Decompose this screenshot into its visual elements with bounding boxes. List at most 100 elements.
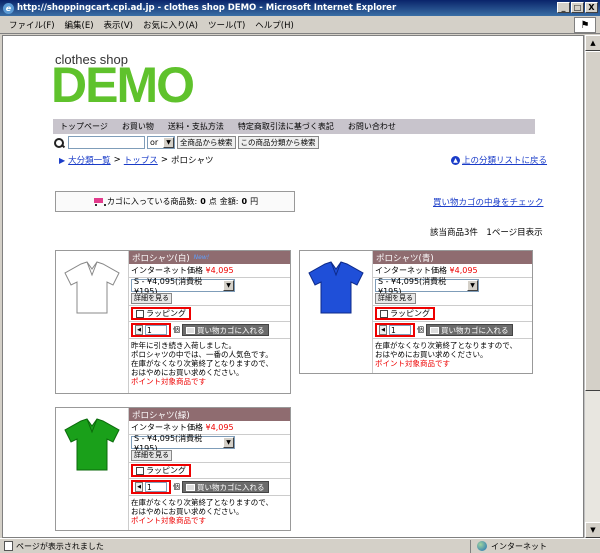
window-titlebar: e http://shoppingcart.cpi.ad.jp - clothe… xyxy=(0,0,600,16)
quantity-stepper[interactable]: ◀ 1 xyxy=(375,323,415,337)
option-row-inner: S - ¥4,095(消費税¥195) ▼ xyxy=(375,277,530,296)
wrapping-row: ラッピング xyxy=(373,306,532,322)
product-info: ポロシャツ(白) New! インターネット価格 ¥4,095 S - ¥4,09… xyxy=(128,251,290,393)
detail-button[interactable]: 詳細を見る xyxy=(375,293,416,304)
wrapping-checkbox[interactable] xyxy=(136,309,144,318)
detail-button[interactable]: 詳細を見る xyxy=(131,450,172,461)
menu-edit[interactable]: 編集(E) xyxy=(60,19,99,31)
stepper-arrows-icon[interactable]: ◀ xyxy=(135,482,143,492)
cart-summary: カゴに入っている商品数: 0 点 金額: 0 円 xyxy=(55,191,295,212)
desc-line: 在庫がなくなり次第終了となりますので、 xyxy=(131,498,273,507)
scroll-down-icon[interactable]: ▼ xyxy=(585,522,600,538)
up-category-label[interactable]: 上の分類リストに戻る xyxy=(462,154,547,166)
cart-total-unit: 円 xyxy=(250,197,259,206)
product-name[interactable]: ポロシャツ(白) xyxy=(132,252,190,264)
product-name[interactable]: ポロシャツ(青) xyxy=(376,252,434,264)
detail-button[interactable]: 詳細を見る xyxy=(131,293,172,304)
stepper-arrows-icon[interactable]: ◀ xyxy=(379,325,387,335)
price-value: ¥4,095 xyxy=(449,266,478,275)
wrapping-checkbox[interactable] xyxy=(380,309,388,318)
quantity-stepper[interactable]: ◀ 1 xyxy=(131,323,171,337)
add-to-cart-button[interactable]: 買い物カゴに入れる xyxy=(182,324,269,336)
product-card: ポロシャツ(緑) インターネット価格 ¥4,095 S - ¥4,095(消費税… xyxy=(55,407,291,531)
search-input[interactable] xyxy=(68,136,145,149)
page-icon xyxy=(4,541,13,551)
product-image[interactable] xyxy=(56,408,128,530)
menu-favorites[interactable]: お気に入り(A) xyxy=(138,19,203,31)
size-select[interactable]: S - ¥4,095(消費税¥195) ▼ xyxy=(375,277,479,296)
size-select[interactable]: S - ¥4,095(消費税¥195) ▼ xyxy=(131,277,235,296)
logo-text-big[interactable]: DEMO xyxy=(51,60,195,110)
desc-line: おはやめにお買い求めください。 xyxy=(375,350,488,359)
up-category-link[interactable]: ▲ 上の分類リストに戻る xyxy=(451,154,547,166)
cart-icon xyxy=(430,326,439,334)
nav-shopping[interactable]: お買い物 xyxy=(115,121,161,132)
quantity-row: ◀ 1 個 買い物カゴに入れる xyxy=(129,479,290,496)
cart-icon xyxy=(186,326,195,334)
wrapping-label: ラッピング xyxy=(146,309,186,318)
cart-total: 0 xyxy=(241,197,248,206)
desc-line: 在庫がなくなり次第終了となりますので、 xyxy=(131,359,273,368)
product-image[interactable] xyxy=(56,251,128,393)
menu-view[interactable]: 表示(V) xyxy=(99,19,138,31)
menu-tools[interactable]: ツール(T) xyxy=(203,19,250,31)
quantity-input[interactable]: 1 xyxy=(145,482,167,492)
new-badge: New! xyxy=(193,254,210,261)
wrapping-row: ラッピング xyxy=(129,463,290,479)
triangle-right-icon: ▶ xyxy=(59,155,66,165)
nav-contact[interactable]: お問い合わせ xyxy=(341,121,403,132)
wrapping-option[interactable]: ラッピング xyxy=(131,464,191,477)
cart-check-link[interactable]: 買い物カゴの中身をチェック xyxy=(433,196,544,208)
wrapping-label: ラッピング xyxy=(146,466,186,475)
point-note: ポイント対象商品です xyxy=(131,377,206,386)
add-to-cart-label: 買い物カゴに入れる xyxy=(197,482,265,492)
breadcrumb-tops[interactable]: トップス xyxy=(124,154,158,166)
scroll-thumb[interactable] xyxy=(585,51,600,391)
product-info: ポロシャツ(緑) インターネット価格 ¥4,095 S - ¥4,095(消費税… xyxy=(128,408,290,530)
product-description: 昨年に引き続き入荷しました。 ポロシャツの中では、一番の人気色です。 在庫がなく… xyxy=(129,339,290,388)
product-name[interactable]: ポロシャツ(緑) xyxy=(132,409,190,421)
option-row: S - ¥4,095(消費税¥195) ▼ 詳細を見る xyxy=(129,434,290,463)
polo-shirt-icon xyxy=(64,418,120,471)
quantity-stepper[interactable]: ◀ 1 xyxy=(131,480,171,494)
quantity-unit: 個 xyxy=(173,326,180,334)
stepper-arrows-icon[interactable]: ◀ xyxy=(135,325,143,335)
wrapping-checkbox[interactable] xyxy=(136,466,144,475)
product-title: ポロシャツ(白) New! xyxy=(129,251,290,264)
search-category-button[interactable]: この商品分類から検索 xyxy=(237,136,319,149)
search-operator-select[interactable]: or ▼ xyxy=(147,136,175,149)
price-label: インターネット価格 xyxy=(131,423,203,432)
breadcrumb-root[interactable]: 大分類一覧 xyxy=(68,154,111,166)
ie-icon: e xyxy=(3,2,14,14)
wrapping-option[interactable]: ラッピング xyxy=(131,307,191,320)
option-row: S - ¥4,095(消費税¥195) ▼ 詳細を見る xyxy=(129,277,290,306)
size-select[interactable]: S - ¥4,095(消費税¥195) ▼ xyxy=(131,434,235,453)
status-left: ページが表示されました xyxy=(0,541,470,552)
wrapping-option[interactable]: ラッピング xyxy=(375,307,435,320)
product-image[interactable] xyxy=(300,251,372,373)
menu-file[interactable]: ファイル(F) xyxy=(4,19,60,31)
window-controls: _ □ X xyxy=(557,2,598,13)
arrow-up-icon: ▲ xyxy=(451,155,460,165)
option-row-inner: S - ¥4,095(消費税¥195) ▼ xyxy=(131,277,288,296)
nav-legal[interactable]: 特定商取引法に基づく表記 xyxy=(231,121,341,132)
search-all-button[interactable]: 全商品から検索 xyxy=(177,136,236,149)
desc-line: おはやめにお買い求めください。 xyxy=(131,368,244,377)
maximize-button[interactable]: □ xyxy=(571,2,584,13)
add-to-cart-button[interactable]: 買い物カゴに入れる xyxy=(426,324,513,336)
nav-shipping[interactable]: 送料・支払方法 xyxy=(161,121,231,132)
quantity-input[interactable]: 1 xyxy=(145,325,167,335)
product-card: ポロシャツ(白) New! インターネット価格 ¥4,095 S - ¥4,09… xyxy=(55,250,291,394)
add-to-cart-button[interactable]: 買い物カゴに入れる xyxy=(182,481,269,493)
vertical-scrollbar[interactable]: ▲ ▼ xyxy=(584,35,600,538)
search-icon xyxy=(53,137,65,149)
quantity-input[interactable]: 1 xyxy=(389,325,411,335)
scroll-up-icon[interactable]: ▲ xyxy=(585,35,600,51)
point-note: ポイント対象商品です xyxy=(131,516,206,525)
menu-help[interactable]: ヘルプ(H) xyxy=(250,19,299,31)
product-title: ポロシャツ(緑) xyxy=(129,408,290,421)
price-value: ¥4,095 xyxy=(205,423,234,432)
close-button[interactable]: X xyxy=(585,2,598,13)
nav-top[interactable]: トップページ xyxy=(53,121,115,132)
minimize-button[interactable]: _ xyxy=(557,2,570,13)
